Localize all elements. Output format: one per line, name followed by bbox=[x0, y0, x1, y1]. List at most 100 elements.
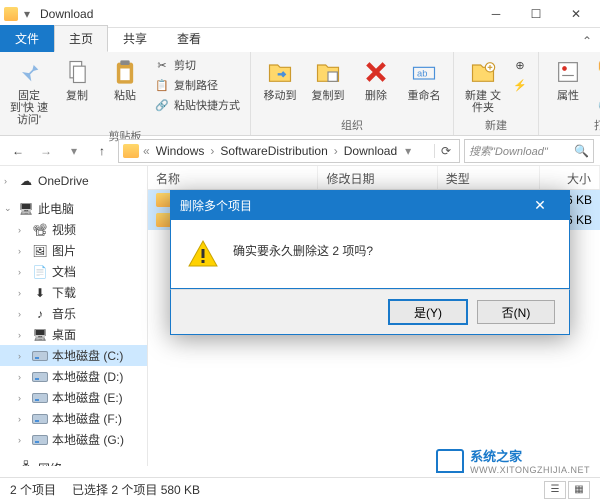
dialog-no-button[interactable]: 否(N) bbox=[477, 300, 555, 324]
search-placeholder: 搜索"Download" bbox=[469, 143, 574, 159]
chevron-right-icon[interactable]: › bbox=[334, 144, 338, 158]
col-type[interactable]: 类型 bbox=[438, 166, 540, 189]
move-to-button[interactable]: 移动到 bbox=[259, 56, 301, 102]
easyaccess-icon: ⚡ bbox=[512, 77, 528, 93]
recent-locations[interactable]: ▾ bbox=[62, 139, 86, 163]
navigation-pane: ›☁OneDrive ⌄🖥此电脑 ›📽视频 ›🖼图片 ›📄文档 ›⬇下载 ›♪音… bbox=[0, 166, 148, 466]
minimize-button[interactable]: ─ bbox=[476, 2, 516, 26]
col-date[interactable]: 修改日期 bbox=[318, 166, 437, 189]
drive-icon bbox=[32, 414, 48, 424]
search-input[interactable]: 搜索"Download" 🔍 bbox=[464, 139, 594, 163]
copyto-icon bbox=[312, 56, 344, 88]
nav-drive-f[interactable]: ›本地磁盘 (F:) bbox=[0, 408, 147, 429]
copy-path-button[interactable]: 📋复制路径 bbox=[152, 76, 242, 94]
tab-share[interactable]: 共享 bbox=[108, 25, 162, 52]
ribbon-collapse-button[interactable]: ⌃ bbox=[574, 30, 600, 52]
nav-onedrive[interactable]: ›☁OneDrive bbox=[0, 172, 147, 190]
back-button[interactable]: ← bbox=[6, 139, 30, 163]
titlebar: ▾ Download ─ ☐ ✕ bbox=[0, 0, 600, 28]
new-item-button[interactable]: ⊕ bbox=[510, 56, 530, 74]
copy-to-button[interactable]: 复制到 bbox=[307, 56, 349, 102]
pin-icon bbox=[13, 56, 45, 88]
cut-button[interactable]: ✂剪切 bbox=[152, 56, 242, 74]
dialog-titlebar[interactable]: 删除多个项目 ✕ bbox=[170, 190, 570, 220]
breadcrumb-item[interactable]: SoftwareDistribution bbox=[216, 144, 331, 158]
search-icon: 🔍 bbox=[574, 144, 589, 158]
tab-view[interactable]: 查看 bbox=[162, 25, 216, 52]
newfolder-icon bbox=[467, 56, 499, 88]
dialog-close-button[interactable]: ✕ bbox=[520, 197, 560, 214]
rename-button[interactable]: ab 重命名 bbox=[403, 56, 445, 102]
cut-icon: ✂ bbox=[154, 57, 170, 73]
breadcrumb[interactable]: « Windows › SoftwareDistribution › Downl… bbox=[118, 139, 460, 163]
breadcrumb-item[interactable]: Windows bbox=[152, 144, 209, 158]
col-size[interactable]: 大小 bbox=[540, 166, 600, 189]
drive-icon bbox=[32, 393, 48, 403]
close-button[interactable]: ✕ bbox=[556, 2, 596, 26]
paste-icon bbox=[109, 56, 141, 88]
desktop-icon: 🖥 bbox=[32, 328, 48, 342]
group-open-label: 打开 bbox=[547, 115, 600, 133]
breadcrumb-folder-icon bbox=[123, 144, 139, 158]
tab-home[interactable]: 主页 bbox=[54, 25, 108, 52]
nav-drive-e[interactable]: ›本地磁盘 (E:) bbox=[0, 387, 147, 408]
copypath-icon: 📋 bbox=[154, 77, 170, 93]
qat-dropdown[interactable]: ▾ bbox=[20, 7, 34, 21]
nav-downloads[interactable]: ›⬇下载 bbox=[0, 282, 147, 303]
dialog-yes-button[interactable]: 是(Y) bbox=[389, 300, 467, 324]
shortcut-icon: 🔗 bbox=[154, 97, 170, 113]
breadcrumb-dropdown[interactable]: ▾ bbox=[405, 144, 411, 158]
nav-drive-g[interactable]: ›本地磁盘 (G:) bbox=[0, 429, 147, 450]
column-headers: 名称 修改日期 类型 大小 bbox=[148, 166, 600, 190]
open-button[interactable]: 📂 bbox=[595, 56, 600, 74]
paste-shortcut-button[interactable]: 🔗粘贴快捷方式 bbox=[152, 96, 242, 114]
svg-text:ab: ab bbox=[417, 69, 427, 79]
maximize-button[interactable]: ☐ bbox=[516, 2, 556, 26]
nav-network[interactable]: ›🖧网络 bbox=[0, 458, 147, 466]
copy-button[interactable]: 复制 bbox=[56, 56, 98, 102]
status-bar: 2 个项目 已选择 2 个项目 580 KB ☰ ▦ bbox=[0, 477, 600, 501]
status-count: 2 个项目 bbox=[10, 481, 56, 498]
drive-icon bbox=[32, 351, 48, 361]
watermark-icon bbox=[436, 449, 464, 473]
watermark: 系统之家 WWW.XITONGZHIJIA.NET bbox=[436, 446, 590, 475]
col-name[interactable]: 名称 bbox=[148, 166, 318, 189]
properties-button[interactable]: 属性 bbox=[547, 56, 589, 102]
easy-access-button[interactable]: ⚡ bbox=[510, 76, 530, 94]
nav-pictures[interactable]: ›🖼图片 bbox=[0, 240, 147, 261]
folder-icon bbox=[4, 7, 18, 21]
pictures-icon: 🖼 bbox=[32, 244, 48, 258]
documents-icon: 📄 bbox=[32, 265, 48, 279]
dialog-title: 删除多个项目 bbox=[180, 197, 252, 214]
nav-desktop[interactable]: ›🖥桌面 bbox=[0, 324, 147, 345]
tab-file[interactable]: 文件 bbox=[0, 25, 54, 52]
refresh-button[interactable]: ⟳ bbox=[434, 144, 457, 158]
delete-button[interactable]: 删除 bbox=[355, 56, 397, 102]
pin-button[interactable]: 固定到'快 速访问' bbox=[8, 56, 50, 126]
view-details-button[interactable]: ☰ bbox=[544, 481, 566, 499]
window-title: Download bbox=[40, 7, 93, 21]
view-icons-button[interactable]: ▦ bbox=[568, 481, 590, 499]
delete-icon bbox=[360, 56, 392, 88]
properties-icon bbox=[552, 56, 584, 88]
forward-button[interactable]: → bbox=[34, 139, 58, 163]
paste-button[interactable]: 粘贴 bbox=[104, 56, 146, 102]
status-selected: 已选择 2 个项目 580 KB bbox=[72, 481, 200, 498]
pc-icon: 🖥 bbox=[18, 202, 34, 216]
nav-documents[interactable]: ›📄文档 bbox=[0, 261, 147, 282]
up-button[interactable]: ↑ bbox=[90, 139, 114, 163]
nav-drive-d[interactable]: ›本地磁盘 (D:) bbox=[0, 366, 147, 387]
network-icon: 🖧 bbox=[18, 462, 34, 467]
chevron-right-icon[interactable]: « bbox=[143, 144, 150, 158]
nav-this-pc[interactable]: ⌄🖥此电脑 bbox=[0, 198, 147, 219]
edit-button[interactable]: ✎编辑 bbox=[595, 76, 600, 94]
nav-drive-c[interactable]: ›本地磁盘 (C:) bbox=[0, 345, 147, 366]
address-bar: ← → ▾ ↑ « Windows › SoftwareDistribution… bbox=[0, 136, 600, 166]
nav-videos[interactable]: ›📽视频 bbox=[0, 219, 147, 240]
new-folder-button[interactable]: 新建 文件夹 bbox=[462, 56, 504, 114]
copy-icon bbox=[61, 56, 93, 88]
nav-music[interactable]: ›♪音乐 bbox=[0, 303, 147, 324]
chevron-right-icon[interactable]: › bbox=[210, 144, 214, 158]
history-button[interactable]: 🕘历史记录 bbox=[595, 96, 600, 114]
breadcrumb-item[interactable]: Download bbox=[340, 144, 401, 158]
